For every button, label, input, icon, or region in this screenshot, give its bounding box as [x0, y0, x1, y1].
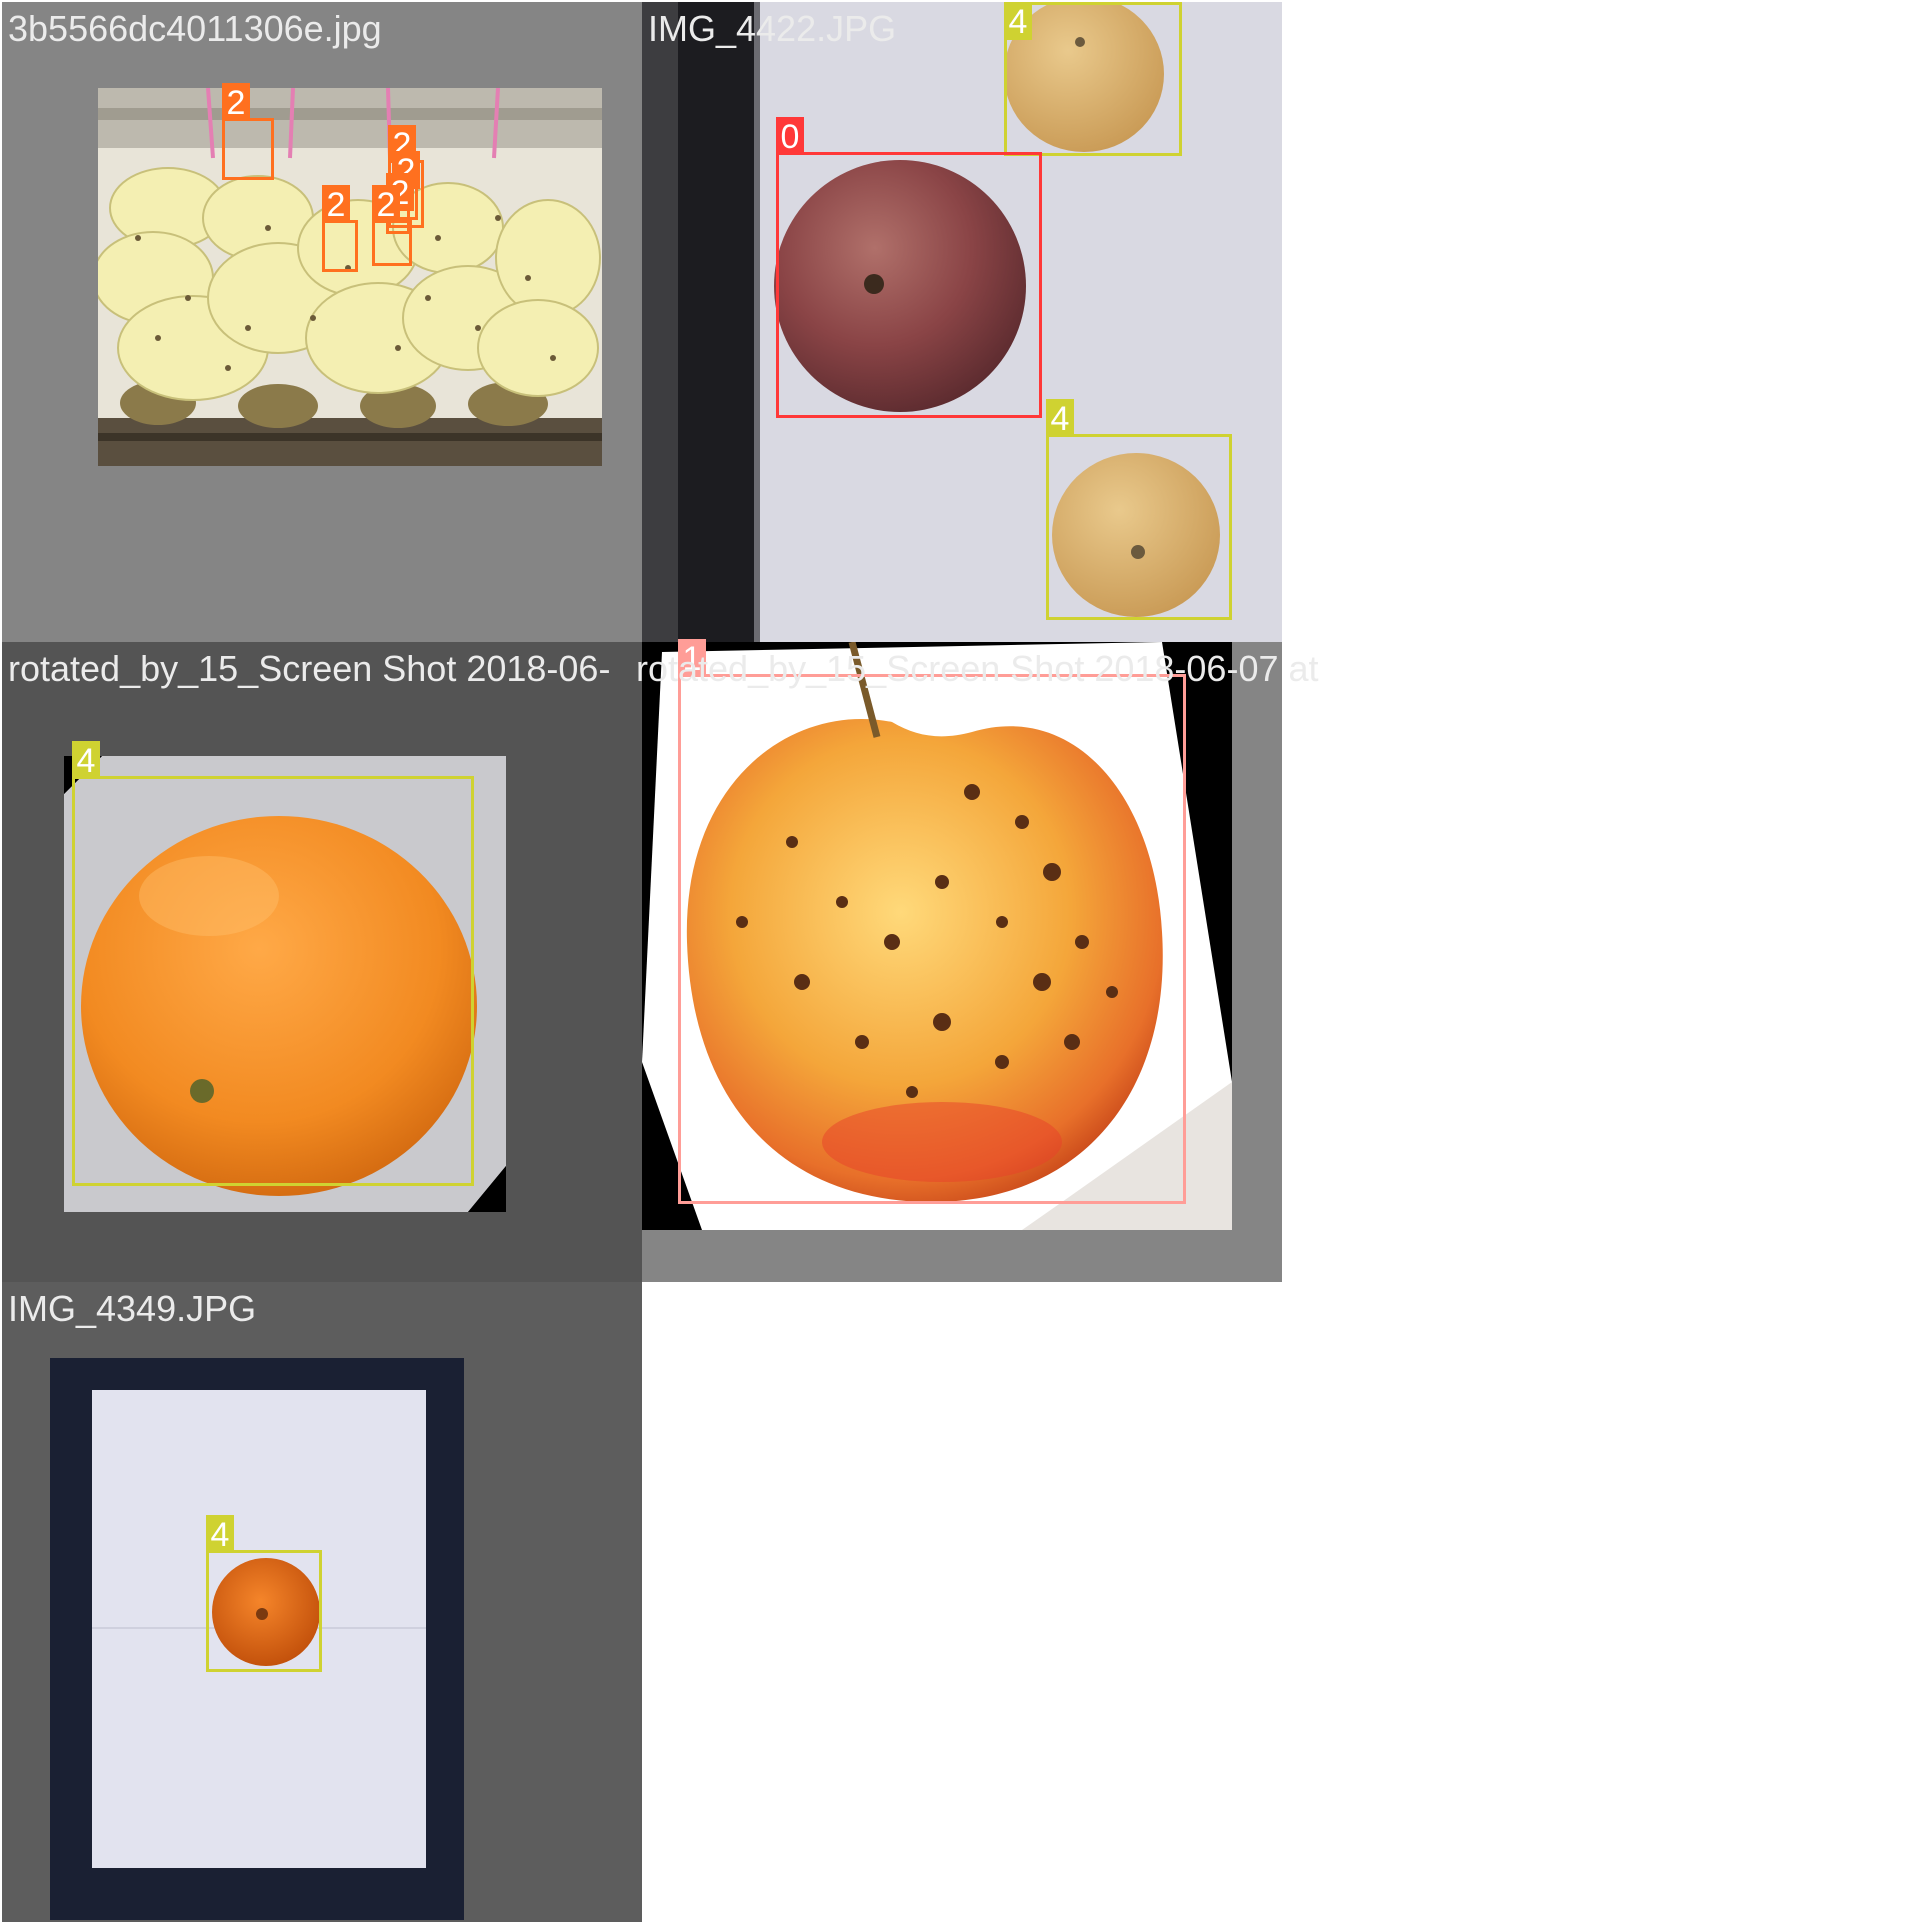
- bbox-orange-bottom: 4: [1046, 399, 1232, 620]
- bbox-class-label: 4: [72, 741, 100, 780]
- bbox-banana-5: 2: [322, 185, 358, 272]
- image-filename: rotated_by_15_Screen Shot 2018-06-07 at: [636, 648, 1319, 689]
- bbox-class-label: 0: [776, 117, 804, 156]
- mosaic-tile-orange-paper: 4 IMG_4349.JPG: [2, 1282, 642, 1922]
- bbox-class-label: 2: [222, 83, 250, 122]
- bbox-banana-1: 2: [222, 83, 274, 180]
- bbox-orange: 4: [206, 1515, 322, 1672]
- image-filename: rotated_by_15_Screen Shot 2018-06-: [8, 648, 611, 689]
- banana-photo: [98, 88, 602, 466]
- mosaic-tile-apple-oranges: 4 0 4 IMG_4422.JPG: [642, 2, 1282, 642]
- bbox-class-label: 4: [206, 1515, 234, 1554]
- mosaic-tile-rotated-apple: 1 rotated_by_15_Screen Shot 2018-06-07 a…: [636, 639, 1319, 1282]
- mosaic-tile-rotated-orange: 4 rotated_by_15_Screen Shot 2018-06-: [2, 642, 642, 1282]
- bbox-class-label: 4: [1004, 2, 1032, 41]
- bbox-class-label: 4: [1046, 399, 1074, 438]
- bbox-class-label: 2: [372, 185, 400, 224]
- bbox-class-label: 2: [322, 185, 350, 224]
- bbox-banana-6: 2: [372, 185, 412, 266]
- bbox-apple: 0: [776, 117, 1042, 418]
- bbox-orange: 4: [72, 741, 474, 1186]
- image-filename: 3b5566dc4011306e.jpg: [8, 8, 382, 49]
- mosaic-tile-bananas: 2 2 2 2 2 2 3b5566dc4011306e.jpg: [2, 2, 642, 642]
- image-filename: IMG_4422.JPG: [648, 8, 897, 49]
- image-filename: IMG_4349.JPG: [8, 1288, 257, 1329]
- bbox-orange-top: 4: [1004, 2, 1182, 156]
- bbox-apple: 1: [678, 639, 1186, 1204]
